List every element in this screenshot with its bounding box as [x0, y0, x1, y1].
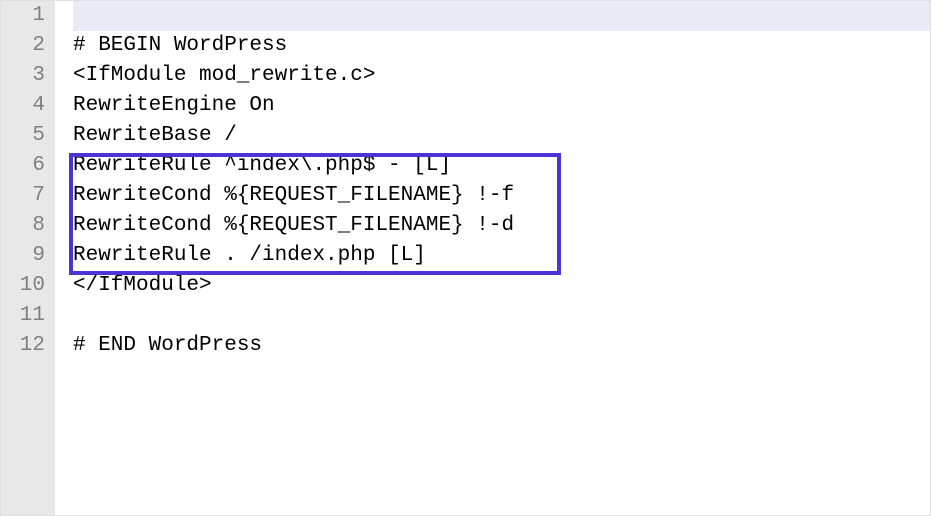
code-line[interactable]: RewriteRule . /index.php [L] — [73, 241, 930, 271]
code-area[interactable]: # BEGIN WordPress <IfModule mod_rewrite.… — [55, 1, 930, 515]
code-line[interactable]: RewriteCond %{REQUEST_FILENAME} !-f — [73, 181, 930, 211]
code-line[interactable] — [73, 1, 930, 31]
code-line[interactable] — [73, 301, 930, 331]
code-line[interactable]: # BEGIN WordPress — [73, 31, 930, 61]
line-number: 1 — [1, 1, 45, 31]
code-line[interactable]: </IfModule> — [73, 271, 930, 301]
line-number: 5 — [1, 121, 45, 151]
line-number: 3 — [1, 61, 45, 91]
line-number: 11 — [1, 301, 45, 331]
line-number: 4 — [1, 91, 45, 121]
code-line[interactable]: RewriteBase / — [73, 121, 930, 151]
line-number: 9 — [1, 241, 45, 271]
code-line[interactable]: RewriteCond %{REQUEST_FILENAME} !-d — [73, 211, 930, 241]
code-line[interactable]: <IfModule mod_rewrite.c> — [73, 61, 930, 91]
code-editor: 1 2 3 4 5 6 7 8 9 10 11 12 # BEGIN WordP… — [1, 1, 930, 515]
line-number: 12 — [1, 331, 45, 361]
line-number: 6 — [1, 151, 45, 181]
line-number: 2 — [1, 31, 45, 61]
code-line[interactable]: # END WordPress — [73, 331, 930, 361]
code-line[interactable]: RewriteEngine On — [73, 91, 930, 121]
code-line[interactable]: RewriteRule ^index\.php$ - [L] — [73, 151, 930, 181]
line-number-gutter: 1 2 3 4 5 6 7 8 9 10 11 12 — [1, 1, 55, 515]
line-number: 7 — [1, 181, 45, 211]
line-number: 8 — [1, 211, 45, 241]
line-number: 10 — [1, 271, 45, 301]
